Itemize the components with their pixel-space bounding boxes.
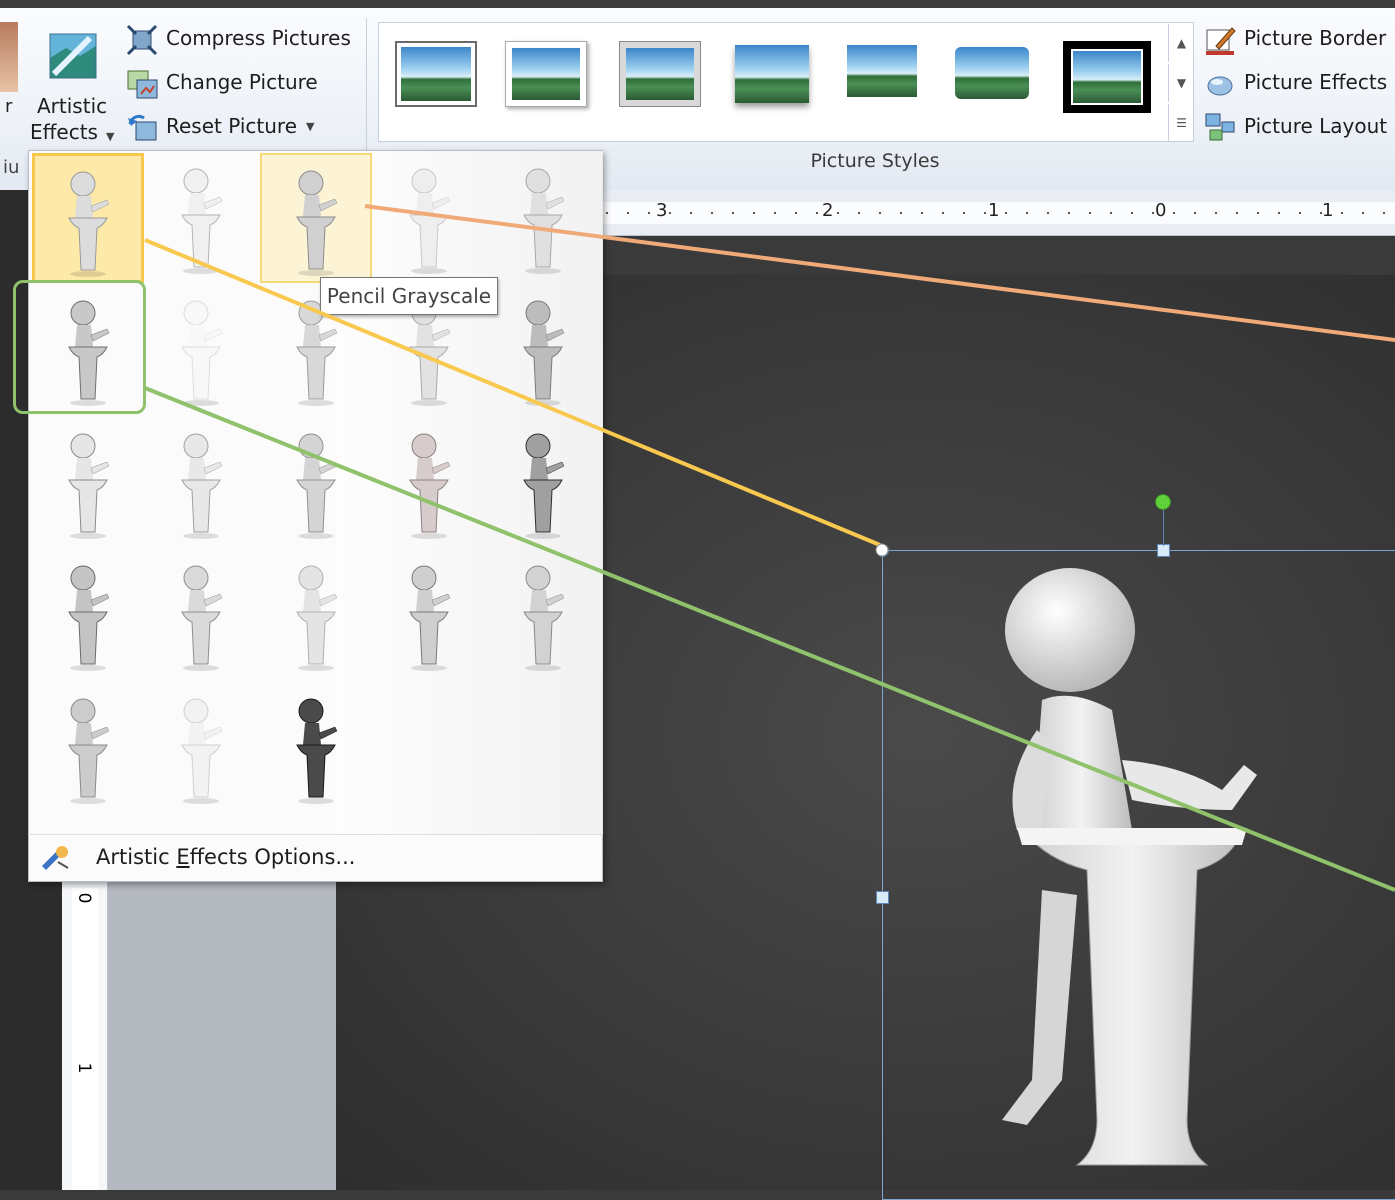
callout-lines: [144, 204, 1395, 892]
callout-line-orange: [364, 204, 1395, 342]
callout-line-yellow: [144, 238, 881, 547]
callout-endpoint: [875, 543, 889, 557]
callout-line-green: [144, 386, 1395, 892]
